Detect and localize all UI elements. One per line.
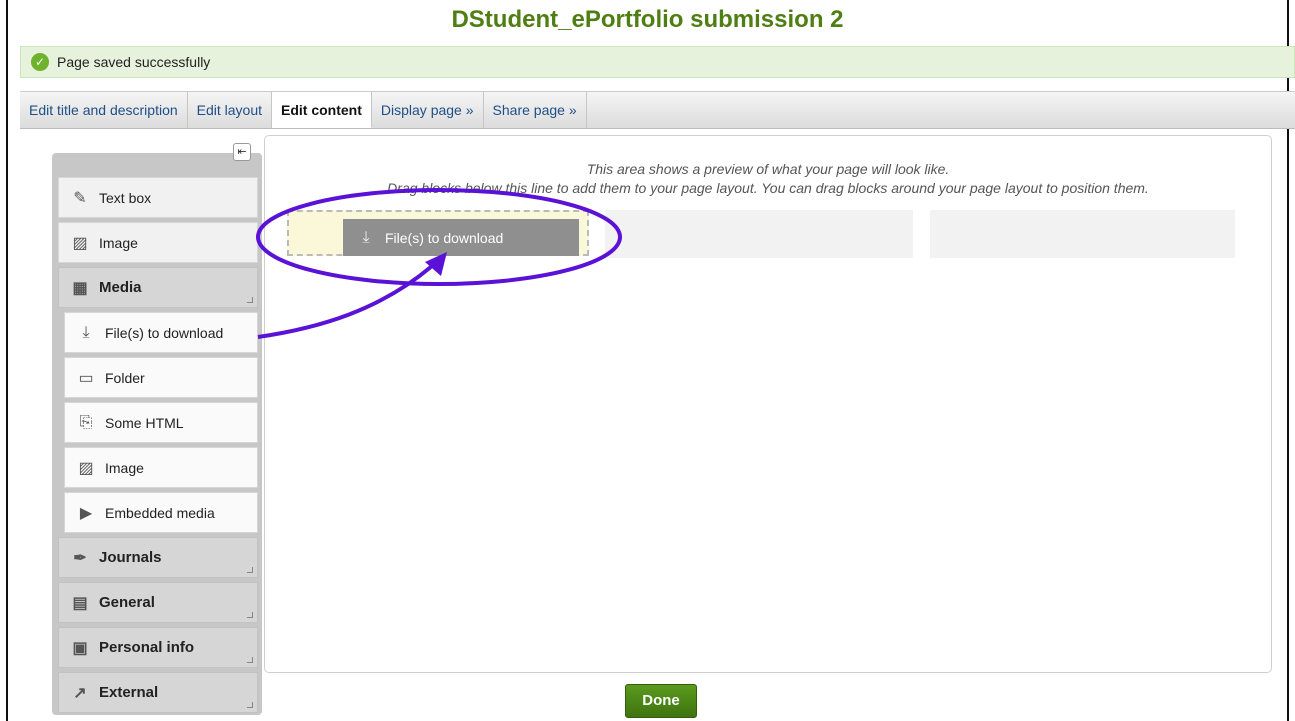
tab-share-page[interactable]: Share page » <box>484 92 587 128</box>
block-text-box[interactable]: ✎ Text box <box>58 177 258 218</box>
layout-column-3[interactable] <box>930 210 1235 258</box>
block-sidebar: ✎ Text box ▨ Image ▦ Media ⤓ File(s) to … <box>52 153 262 715</box>
category-external[interactable]: ↗ External <box>58 672 258 713</box>
download-icon: ⤓ <box>362 228 370 246</box>
block-label: Text box <box>99 189 152 206</box>
category-label: External <box>99 684 159 701</box>
category-media[interactable]: ▦ Media <box>58 267 258 308</box>
dragged-block-label: File(s) to download <box>385 229 504 246</box>
tab-edit-layout[interactable]: Edit layout <box>188 92 273 128</box>
dragged-block[interactable]: ⤓ File(s) to download <box>343 219 579 256</box>
tab-edit-title-description[interactable]: Edit title and description <box>20 92 188 128</box>
film-icon: ▦ <box>72 279 88 297</box>
block-label: Embedded media <box>105 504 215 521</box>
block-files-to-download[interactable]: ⤓ File(s) to download <box>64 312 258 353</box>
category-label: General <box>99 594 155 611</box>
preview-message: This area shows a preview of what your p… <box>586 161 950 177</box>
block-label: Some HTML <box>105 414 184 431</box>
category-label: Personal info <box>99 639 195 656</box>
category-personal-info[interactable]: ▣ Personal info <box>58 627 258 668</box>
block-media-image[interactable]: ▨ Image <box>64 447 258 488</box>
success-message-bar: ✓ Page saved successfully <box>20 46 1295 78</box>
tab-edit-content[interactable]: Edit content <box>272 92 372 128</box>
play-icon: ▶ <box>79 504 93 522</box>
external-link-icon: ↗ <box>73 684 87 702</box>
preview-instructions: Drag blocks below this line to add them … <box>387 180 1149 196</box>
success-message: Page saved successfully <box>57 54 211 70</box>
download-icon: ⤓ <box>82 323 90 341</box>
block-some-html[interactable]: ⎘ Some HTML <box>64 402 258 443</box>
text-box-icon: ✎ <box>73 189 87 207</box>
image-icon: ▨ <box>78 459 94 477</box>
layout-column-2[interactable] <box>605 210 913 258</box>
check-circle-icon: ✓ <box>31 53 49 71</box>
tab-display-page[interactable]: Display page » <box>372 92 484 128</box>
folder-icon: ▭ <box>78 369 94 387</box>
category-label: Media <box>99 279 142 296</box>
edit-tabs: Edit title and description Edit layout E… <box>20 91 1295 129</box>
block-label: Folder <box>105 369 145 386</box>
collapse-sidebar-icon[interactable]: ⇤ <box>233 143 251 161</box>
page-title: DStudent_ePortfolio submission 2 <box>451 6 844 33</box>
block-image[interactable]: ▨ Image <box>58 222 258 263</box>
html-file-icon: ⎘ <box>79 413 93 431</box>
block-embedded-media[interactable]: ▶ Embedded media <box>64 492 258 533</box>
category-general[interactable]: ▤ General <box>58 582 258 623</box>
general-icon: ▤ <box>72 594 88 612</box>
category-label: Journals <box>99 549 162 566</box>
category-journals[interactable]: ✒ Journals <box>58 537 258 578</box>
block-label: Image <box>105 459 144 476</box>
done-button[interactable]: Done <box>625 684 697 718</box>
block-folder[interactable]: ▭ Folder <box>64 357 258 398</box>
block-label: File(s) to download <box>105 324 224 341</box>
pen-icon: ✒ <box>73 549 87 567</box>
id-card-icon: ▣ <box>72 639 88 657</box>
block-label: Image <box>99 234 138 251</box>
image-icon: ▨ <box>72 234 88 252</box>
